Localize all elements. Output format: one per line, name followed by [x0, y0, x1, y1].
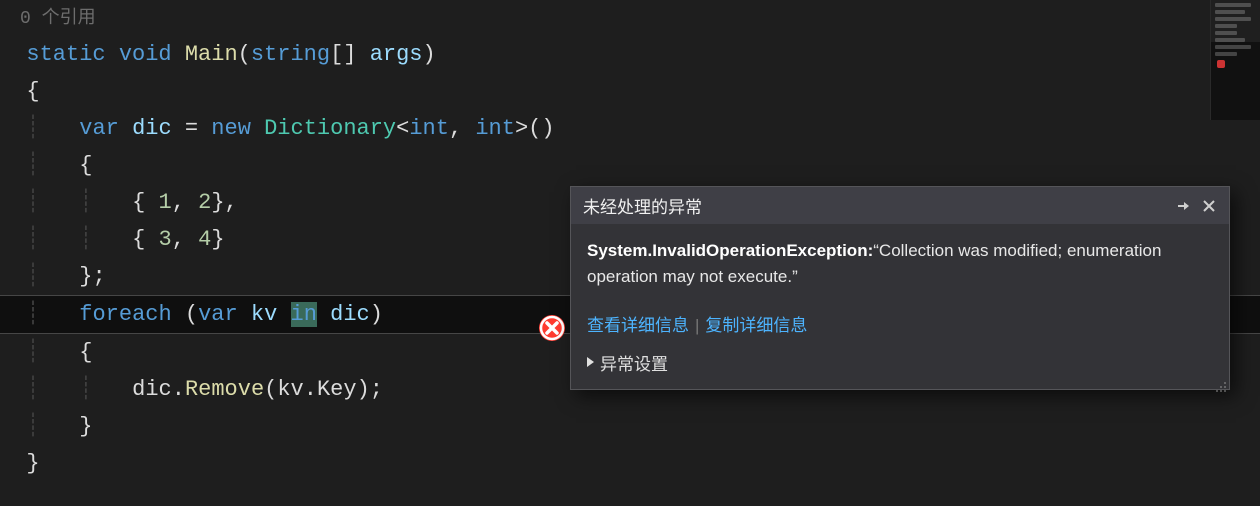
keyword: foreach: [79, 302, 171, 327]
exception-popup: 未经处理的异常 System.InvalidOperationException…: [570, 186, 1230, 390]
minimap-line: [1215, 52, 1237, 56]
exception-popup-title: 未经处理的异常: [583, 193, 1165, 218]
parameter: args: [370, 42, 423, 67]
exception-popup-body: System.InvalidOperationException:“Collec…: [571, 224, 1229, 295]
keyword: int: [475, 116, 515, 141]
punct: ;: [370, 377, 383, 402]
keyword: static: [26, 42, 105, 67]
exception-settings-expander[interactable]: 异常设置: [571, 340, 1229, 389]
keyword: string: [251, 42, 330, 67]
punct: {: [132, 190, 158, 215]
code-line[interactable]: ┊ {: [0, 147, 1260, 184]
identifier: dic: [132, 377, 172, 402]
punct: <: [396, 116, 409, 141]
punct: (: [185, 302, 198, 327]
number-literal: 3: [159, 227, 172, 252]
exception-popup-titlebar[interactable]: 未经处理的异常: [571, 187, 1229, 224]
punct: >: [515, 116, 528, 141]
keyword-highlight: in: [291, 302, 317, 327]
punct: =: [172, 116, 212, 141]
punct: };: [79, 264, 105, 289]
copy-details-link[interactable]: 复制详细信息: [705, 316, 807, 335]
pin-icon[interactable]: [1175, 198, 1191, 214]
method-name: Remove: [185, 377, 264, 402]
punct: .: [304, 377, 317, 402]
exception-popup-links: 查看详细信息 | 复制详细信息: [571, 295, 1229, 340]
code-line[interactable]: ┊ var dic = new Dictionary<int, int>(): [0, 110, 1260, 147]
punct: .: [172, 377, 185, 402]
punct: ,: [449, 116, 475, 141]
minimap-line: [1215, 45, 1251, 49]
codelens-references[interactable]: 0 个引用: [0, 8, 1260, 36]
code-line[interactable]: {: [0, 73, 1260, 110]
view-details-link[interactable]: 查看详细信息: [587, 316, 689, 335]
type-name: Dictionary: [264, 116, 396, 141]
exception-type: System.InvalidOperationException:: [587, 241, 873, 260]
close-icon[interactable]: [1201, 198, 1217, 214]
code-line[interactable]: }: [0, 445, 1260, 482]
keyword: new: [211, 116, 251, 141]
identifier: dic: [132, 116, 172, 141]
punct: ,: [172, 227, 198, 252]
punct: {: [79, 153, 92, 178]
punct: {: [26, 79, 39, 104]
punct: (: [264, 377, 277, 402]
number-literal: 1: [159, 190, 172, 215]
minimap-viewport[interactable]: [1211, 0, 1260, 42]
punct: ): [423, 42, 436, 67]
punct: ): [370, 302, 383, 327]
resize-grip[interactable]: [1213, 373, 1227, 387]
punct: {: [79, 340, 92, 365]
punct: }: [79, 414, 92, 439]
punct: {: [132, 227, 158, 252]
code-line[interactable]: ┊ }: [0, 408, 1260, 445]
chevron-right-icon: [587, 357, 594, 367]
number-literal: 4: [198, 227, 211, 252]
punct: ,: [172, 190, 198, 215]
punct: ): [357, 377, 370, 402]
identifier: kv: [251, 302, 277, 327]
punct: },: [211, 190, 237, 215]
keyword: var: [198, 302, 238, 327]
minimap-error-marker: [1217, 60, 1225, 68]
punct: }: [211, 227, 224, 252]
keyword: void: [119, 42, 172, 67]
minimap[interactable]: [1210, 0, 1260, 120]
error-icon: [538, 314, 566, 342]
keyword: int: [409, 116, 449, 141]
exception-settings-label: 异常设置: [600, 350, 668, 375]
identifier: dic: [330, 302, 370, 327]
property: Key: [317, 377, 357, 402]
number-literal: 2: [198, 190, 211, 215]
punct: []: [330, 42, 356, 67]
keyword: var: [79, 116, 119, 141]
identifier: kv: [277, 377, 303, 402]
method-name: Main: [185, 42, 238, 67]
punct: (): [528, 116, 554, 141]
punct: }: [26, 451, 39, 476]
punct: (: [238, 42, 251, 67]
code-line[interactable]: static void Main(string[] args): [0, 36, 1260, 73]
separator: |: [695, 316, 699, 335]
